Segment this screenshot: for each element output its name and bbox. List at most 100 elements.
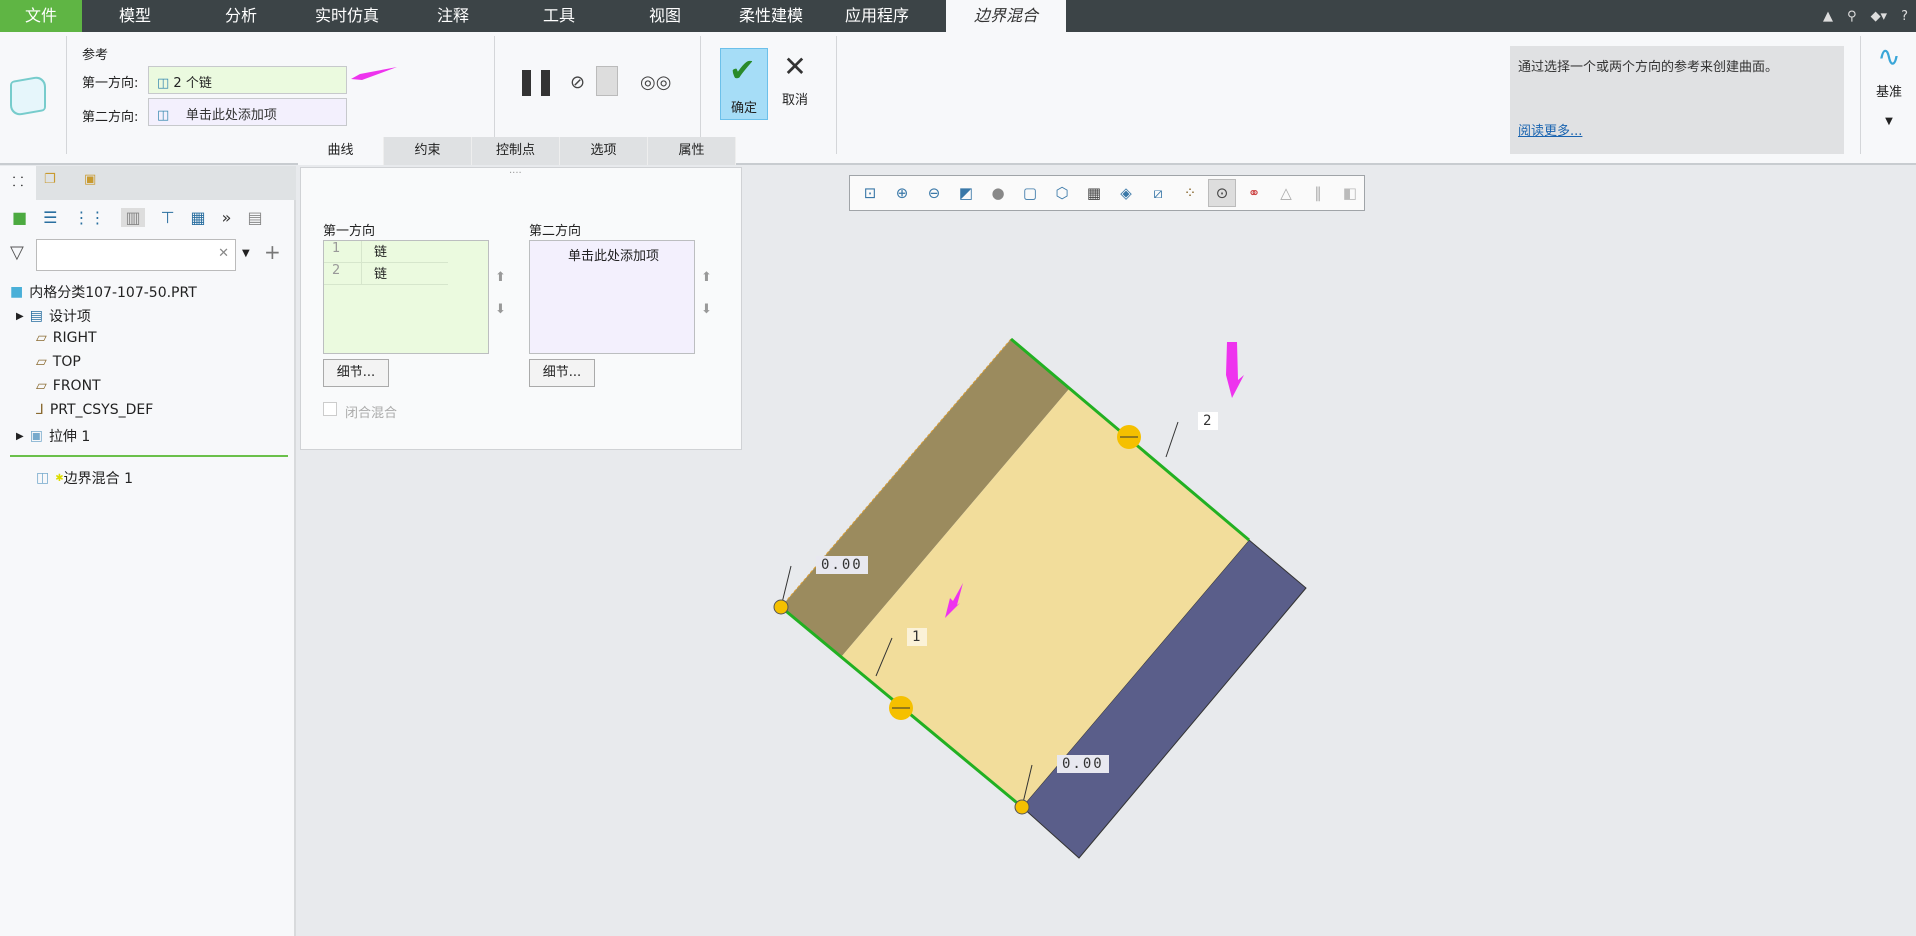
list-row[interactable]: 2链 [324,263,448,285]
chain-handle[interactable] [1117,425,1141,449]
tab-tools[interactable]: 工具 [506,0,612,32]
dir2-collector[interactable]: ◫ 单击此处添加项 [148,98,347,126]
olive-face[interactable] [781,339,1069,656]
learning-icon[interactable]: ◆▾ [1871,9,1888,24]
view-manager-icon[interactable]: ⬡ [1048,179,1076,207]
expand-icon[interactable]: ▶ [16,431,24,442]
dropdown-icon[interactable]: ▼ [242,248,250,259]
appearance-icon[interactable]: ◧ [1336,179,1364,207]
drag-handle[interactable]: ···· [509,168,522,179]
analysis-icon[interactable]: ⚭ [1240,179,1268,207]
tab-control-points[interactable]: 控制点 [472,137,560,165]
expand-list-icon[interactable]: ☰ [43,208,57,227]
clear-icon[interactable]: ✕ [218,246,229,261]
display-style-icon[interactable]: ● [984,179,1012,207]
leader-line [1165,421,1179,458]
side-face[interactable] [1021,539,1307,859]
favorites-tab[interactable]: ▣ [84,172,96,187]
closed-blend-checkbox[interactable]: 闭合混合 [323,402,397,421]
chain-label-2[interactable]: 2 [1198,412,1219,430]
tab-file[interactable]: 文件 [0,0,82,32]
curves-panel: ···· 第一方向 1链 2链 ⬆ ⬇ 第二方向 单击此处添加项 ⬆ ⬇ 细节.… [300,167,742,450]
move-up-icon[interactable]: ⬆ [701,270,712,285]
dir1-details-button[interactable]: 细节... [323,359,389,387]
help-icon[interactable]: ? [1901,9,1908,24]
list-row[interactable]: 1链 [324,241,448,263]
datum-display-icon[interactable]: ⧄ [1144,179,1172,207]
settings-icon[interactable]: ▦ [191,208,206,227]
add-icon[interactable]: + [264,240,281,264]
glasses-icon[interactable]: ◎◎ [640,72,671,93]
tab-view[interactable]: 视图 [612,0,718,32]
tree-item-csys[interactable]: ⅃ PRT_CSYS_DEF [36,402,153,418]
saved-orientations-icon[interactable]: ▢ [1016,179,1044,207]
search-icon[interactable]: ⚲ [1847,9,1857,24]
tab-properties[interactable]: 属性 [648,137,736,165]
dimension-label[interactable]: 0.00 [816,556,868,574]
chain-handle[interactable] [889,696,913,720]
dir1-collector[interactable]: ◫ 2 个链 [148,66,347,94]
show-icon[interactable]: ▥ [121,208,145,227]
move-down-icon[interactable]: ⬇ [701,302,712,317]
dir2-title: 第二方向 [529,224,582,239]
tab-analysis[interactable]: 分析 [188,0,294,32]
tree-item-top[interactable]: ▱ TOP [36,354,81,370]
collapse-ribbon-icon[interactable]: ▲ [1823,9,1833,24]
tree-item-right[interactable]: ▱ RIGHT [36,330,97,346]
cancel-button[interactable]: ✕ 取消 [778,50,812,108]
pause-button[interactable] [522,70,550,96]
tab-curves[interactable]: 曲线 [298,137,384,165]
more-icon[interactable]: » [222,208,232,227]
pause-sim-icon[interactable]: ∥ [1304,179,1332,207]
no-preview-button[interactable]: ⊘ [570,72,585,93]
tab-options[interactable]: 选项 [560,137,648,165]
cube-icon[interactable]: ■ [12,208,27,227]
endpoint-handle[interactable] [773,599,789,615]
tree-item-front[interactable]: ▱ FRONT [36,378,101,394]
tab-model[interactable]: 模型 [82,0,188,32]
repaint-icon[interactable]: ◩ [952,179,980,207]
tree-search-input[interactable]: ✕ [36,239,236,271]
tab-constraints[interactable]: 约束 [384,137,472,165]
tree-item-design[interactable]: ▶ ▤ 设计项 [16,306,91,326]
document-icon[interactable]: ▤ [247,208,262,227]
dir1-list[interactable]: 1链 2链 [323,240,489,354]
tab-simulation[interactable]: 实时仿真 [294,0,400,32]
tree-item-extrude[interactable]: ▶ ▣ 拉伸 1 [16,426,90,446]
endpoint-handle[interactable] [1014,799,1030,815]
blend-surface[interactable] [842,389,1249,807]
tab-boundary-blend[interactable]: 边界混合 [946,0,1066,32]
tree-filter-icon[interactable]: ⊤ [161,208,175,227]
dimension-label[interactable]: 0.00 [1057,755,1109,773]
ok-button[interactable]: ✔ 确定 [720,48,768,120]
annotation-display-icon[interactable]: ⁘ [1176,179,1204,207]
zoom-in-icon[interactable]: ⊕ [888,179,916,207]
verify-button[interactable] [596,66,618,96]
tree-item-boundary-blend[interactable]: ◫ ✱ 边界混合 1 [36,468,133,488]
expand-icon[interactable]: ▶ [16,311,24,322]
model-tree-tab[interactable]: ⸬ [0,166,36,200]
dir2-details-button[interactable]: 细节... [529,359,595,387]
chain-1-edge[interactable] [780,605,1023,809]
move-down-icon[interactable]: ⬇ [495,302,506,317]
tab-annotate[interactable]: 注释 [400,0,506,32]
perspective-icon[interactable]: ▦ [1080,179,1108,207]
tree-root[interactable]: ■ 内格分类107-107-50.PRT [10,282,197,302]
chain-2-edge[interactable] [1010,337,1250,542]
section-icon[interactable]: ◈ [1112,179,1140,207]
zoom-out-icon[interactable]: ⊖ [920,179,948,207]
tree-columns-icon[interactable]: ⋮⋮ [73,208,105,227]
tab-apps[interactable]: 应用程序 [824,0,930,32]
layers-tab[interactable]: ❐ [44,172,56,187]
tab-flexible[interactable]: 柔性建模 [718,0,824,32]
insert-indicator[interactable] [10,455,288,457]
chain-label-1[interactable]: 1 [907,628,928,646]
simulation-icon[interactable]: △ [1272,179,1300,207]
dir2-list[interactable]: 单击此处添加项 [529,240,695,354]
move-up-icon[interactable]: ⬆ [495,270,506,285]
refit-icon[interactable]: ⊡ [856,179,884,207]
spin-center-icon[interactable]: ⊙ [1208,179,1236,207]
ribbon: 参考 第一方向: ◫ 2 个链 第二方向: ◫ 单击此处添加项 ⊘ ◎◎ ✔ 确… [0,32,1916,165]
datum-button[interactable]: ∿ 基准 ▼ [1866,40,1912,127]
read-more-link[interactable]: 阅读更多... [1518,122,1582,142]
